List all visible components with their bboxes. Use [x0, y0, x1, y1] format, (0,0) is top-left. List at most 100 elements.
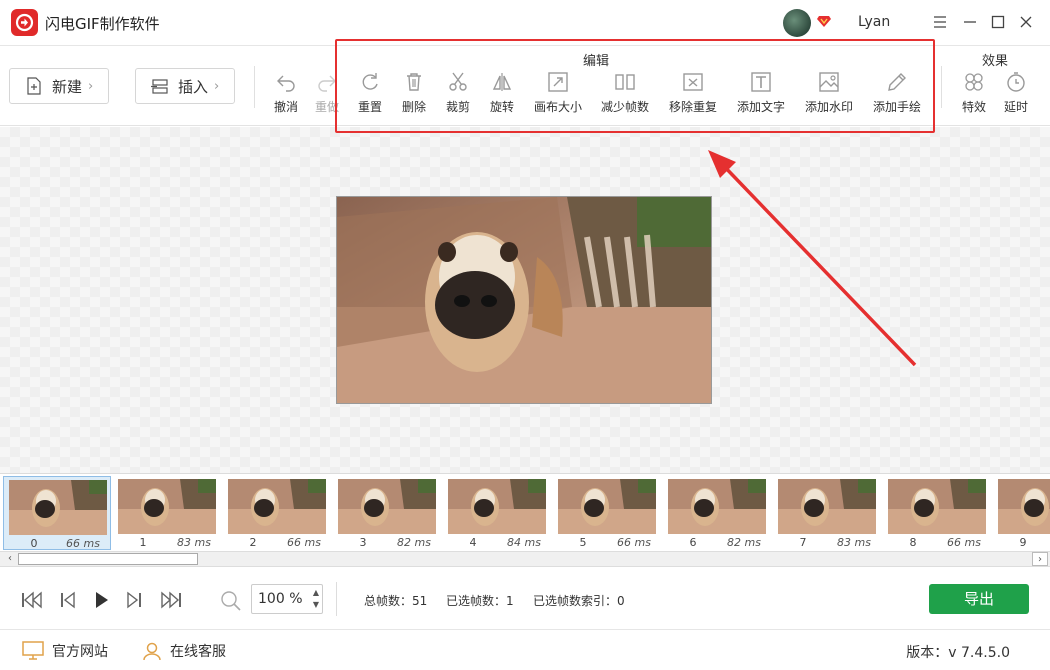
close-icon[interactable] — [1016, 12, 1036, 32]
online-support-link[interactable]: 在线客服 — [142, 641, 226, 661]
selected-index-value: 0 — [617, 594, 625, 608]
footer: 官方网站 在线客服 版本：v 7.4.5.0 — [0, 631, 1050, 670]
frame-thumbnail[interactable]: 9 — [993, 476, 1050, 550]
zoom-value: 100 — [258, 591, 285, 607]
selected-frames-stat: 已选帧数：1 — [446, 592, 514, 609]
undo-label: 撤消 — [273, 100, 298, 114]
frame-duration: 84 ms — [507, 536, 541, 549]
username[interactable]: Lyan — [858, 14, 890, 30]
scrollbar-thumb[interactable] — [18, 553, 198, 565]
selected-frames-value: 1 — [506, 594, 514, 608]
selected-index-label: 已选帧数索引： — [533, 594, 618, 608]
version-label: 版本： — [906, 645, 949, 661]
zoom-stepper[interactable]: ▲ ▼ — [313, 587, 319, 611]
frame-thumbnail[interactable]: 0 66 ms — [3, 476, 111, 550]
frame-image — [888, 479, 986, 534]
zoom-icon — [221, 591, 241, 611]
frame-index: 8 — [909, 536, 917, 549]
app-title: 闪电GIF制作软件 — [45, 15, 160, 33]
frame-image — [998, 479, 1050, 534]
scroll-right-icon[interactable]: › — [1032, 552, 1048, 566]
frame-index: 6 — [689, 536, 697, 549]
toolbar-divider — [254, 66, 255, 108]
frame-duration: 66 ms — [287, 536, 321, 549]
vip-badge-icon — [817, 16, 831, 27]
total-frames-label: 总帧数： — [364, 594, 413, 608]
frame-duration: 66 ms — [947, 536, 981, 549]
frame-thumbnail[interactable]: 7 83 ms — [773, 476, 881, 550]
frame-thumbnail[interactable]: 1 83 ms — [113, 476, 221, 550]
gif-preview-image[interactable] — [336, 196, 712, 404]
frame-thumbnail[interactable]: 2 66 ms — [223, 476, 331, 550]
frame-index: 2 — [249, 536, 257, 549]
frame-thumbnail[interactable]: 4 84 ms — [443, 476, 551, 550]
export-button[interactable]: 导出 — [929, 584, 1029, 614]
minimize-icon[interactable] — [960, 12, 980, 32]
frame-thumbnail[interactable]: 6 82 ms — [663, 476, 771, 550]
frame-thumbnail[interactable]: 8 66 ms — [883, 476, 991, 550]
frame-index: 0 — [30, 537, 38, 550]
support-agent-icon — [143, 642, 161, 661]
effects-icon — [965, 73, 983, 91]
frame-image — [118, 479, 216, 534]
frame-duration: 66 ms — [66, 537, 100, 550]
frame-index: 9 — [1019, 536, 1027, 549]
previous-frame-icon[interactable] — [56, 590, 80, 610]
avatar[interactable] — [783, 9, 811, 37]
frame-duration: 82 ms — [727, 536, 761, 549]
frame-image — [228, 479, 326, 534]
play-icon[interactable] — [89, 590, 113, 610]
frame-duration: 83 ms — [177, 536, 211, 549]
playback-bar: 100 % ▲ ▼ 总帧数：51 已选帧数：1 已选帧数索引：0 导出 — [0, 568, 1050, 630]
insert-button[interactable]: 插入 › — [135, 68, 235, 104]
timer-icon — [1007, 72, 1025, 92]
frame-thumbnail[interactable]: 3 82 ms — [333, 476, 441, 550]
first-frame-icon[interactable] — [20, 590, 44, 610]
new-file-icon — [27, 77, 41, 95]
edit-group-highlight — [335, 39, 935, 133]
frame-image — [558, 479, 656, 534]
frame-index: 7 — [799, 536, 807, 549]
frame-duration: 83 ms — [837, 536, 871, 549]
next-frame-icon[interactable] — [122, 590, 146, 610]
total-frames-stat: 总帧数：51 — [364, 592, 427, 609]
tool-delay-label: 延时 — [1003, 100, 1028, 114]
frame-thumbnail[interactable]: 5 66 ms — [553, 476, 661, 550]
frame-image — [338, 479, 436, 534]
menu-icon[interactable] — [930, 12, 950, 32]
zoom-unit: % — [289, 591, 303, 607]
new-button[interactable]: 新建 › — [9, 68, 109, 104]
playback-divider — [336, 582, 337, 616]
tool-delay[interactable]: 延时 — [994, 70, 1038, 115]
frame-image — [668, 479, 766, 534]
frame-image — [448, 479, 546, 534]
effects-group-label: 效果 — [982, 54, 1009, 69]
undo-button[interactable]: 撤消 — [264, 70, 308, 115]
chevron-right-icon: › — [214, 78, 220, 94]
frames-scrollbar[interactable]: ‹ › — [0, 551, 1050, 567]
scroll-left-icon[interactable]: ‹ — [2, 552, 18, 566]
official-website-label: 官方网站 — [52, 644, 108, 660]
tool-effects[interactable]: 特效 — [952, 70, 996, 115]
frames-strip: 0 66 ms 1 83 ms 2 66 ms 3 82 ms 4 84 ms 5 66 ms 6 82 … — [0, 473, 1050, 551]
chevron-right-icon: › — [88, 78, 94, 94]
online-support-label: 在线客服 — [170, 644, 226, 660]
frame-index: 5 — [579, 536, 587, 549]
official-website-link[interactable]: 官方网站 — [22, 641, 108, 661]
app-logo-icon — [11, 9, 38, 36]
monitor-icon — [22, 641, 44, 660]
frame-index: 4 — [469, 536, 477, 549]
selected-index-stat: 已选帧数索引：0 — [533, 592, 625, 609]
maximize-icon[interactable] — [988, 12, 1008, 32]
version-value: v 7.4.5.0 — [948, 645, 1010, 661]
toolbar-divider — [941, 66, 942, 108]
insert-icon — [151, 79, 168, 94]
last-frame-icon[interactable] — [159, 590, 183, 610]
undo-icon — [277, 75, 295, 92]
new-button-label: 新建 — [52, 77, 83, 96]
version-text: 版本：v 7.4.5.0 — [906, 642, 1010, 662]
zoom-input[interactable]: 100 % ▲ ▼ — [251, 584, 323, 614]
frame-duration: 66 ms — [617, 536, 651, 549]
insert-button-label: 插入 — [178, 77, 209, 96]
annotation-arrow — [708, 150, 917, 367]
